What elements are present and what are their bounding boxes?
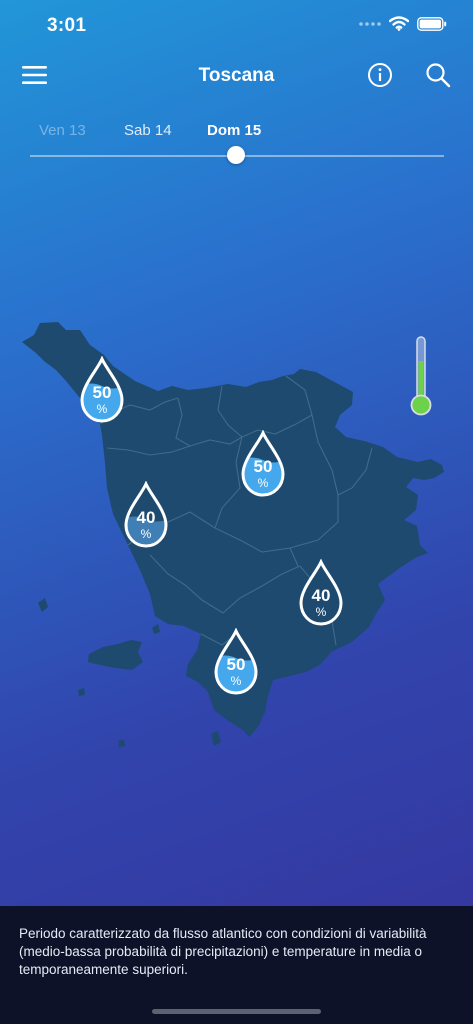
tab-dom-15[interactable]: Dom 15 — [207, 122, 261, 139]
home-indicator[interactable] — [152, 1009, 321, 1014]
precipitation-marker-firenze[interactable]: 50 % — [240, 430, 286, 498]
precipitation-marker-grosseto[interactable]: 50 % — [213, 628, 259, 696]
forecast-description-panel: Periodo caratterizzato da flusso atlanti… — [0, 906, 473, 1024]
search-button[interactable] — [425, 62, 451, 88]
marker-unit: % — [140, 527, 152, 541]
forecast-description: Periodo caratterizzato da flusso atlanti… — [19, 926, 427, 977]
marker-value: 40 — [311, 586, 331, 605]
precipitation-marker-siena[interactable]: 40 % — [298, 559, 344, 627]
marker-value: 50 — [226, 655, 246, 674]
precipitation-marker-lucca[interactable]: 50 % — [79, 356, 125, 424]
signal-icon — [359, 21, 381, 26]
page-title: Toscana — [198, 65, 275, 86]
info-button[interactable] — [367, 62, 393, 88]
status-time: 3:01 — [47, 15, 87, 36]
battery-icon — [417, 16, 447, 31]
marker-unit: % — [230, 674, 242, 688]
tab-sab-14[interactable]: Sab 14 — [124, 122, 172, 139]
day-selector: Ven 13 Sab 14 Dom 15 — [0, 118, 473, 148]
marker-unit: % — [96, 402, 108, 416]
marker-value: 50 — [92, 383, 112, 402]
wifi-icon — [389, 16, 409, 31]
status-bar: 3:01 — [0, 0, 473, 52]
screen: 3:01 Toscana Ven 13 Sab 14 Dom 15 50 % 5… — [0, 0, 473, 1024]
marker-unit: % — [315, 605, 327, 619]
marker-value: 50 — [253, 457, 273, 476]
search-icon — [426, 63, 451, 88]
status-icons — [359, 16, 447, 31]
app-header: Toscana — [0, 52, 473, 100]
thermometer-icon[interactable] — [408, 335, 434, 417]
day-slider-thumb[interactable] — [227, 146, 245, 164]
precipitation-marker-pisa[interactable]: 40 % — [123, 481, 169, 549]
marker-value: 40 — [136, 508, 156, 527]
tab-ven-13[interactable]: Ven 13 — [39, 122, 86, 139]
info-icon — [368, 63, 392, 87]
marker-unit: % — [257, 476, 269, 490]
